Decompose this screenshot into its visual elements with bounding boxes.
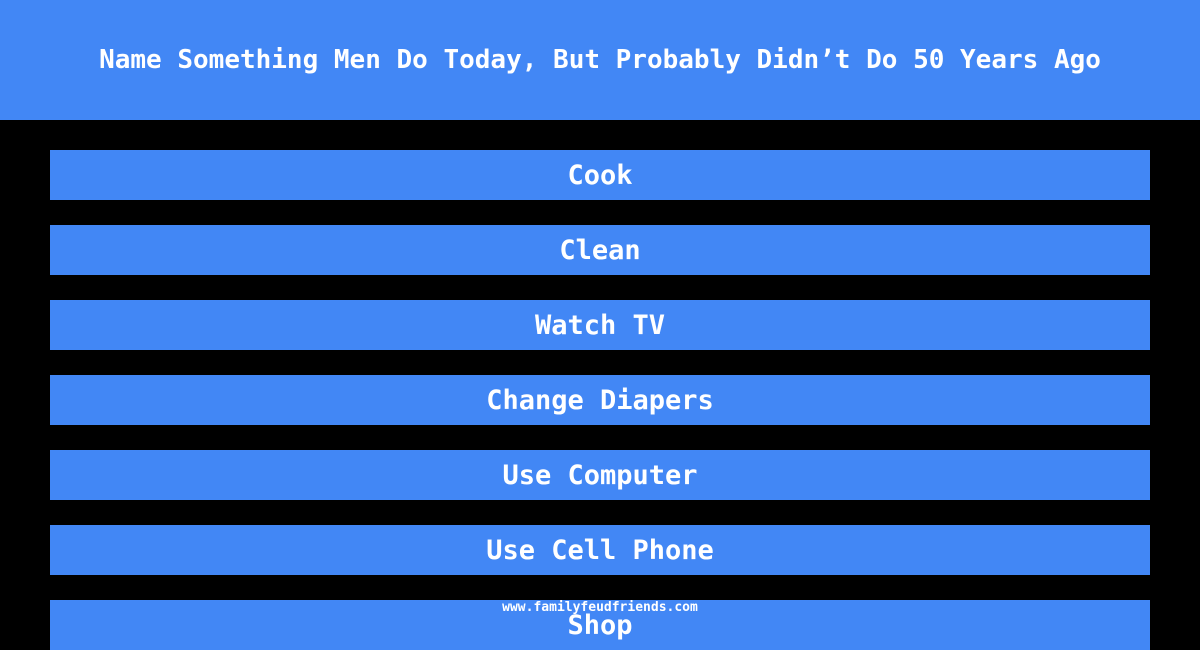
website-watermark: www.familyfeudfriends.com xyxy=(502,600,698,615)
answer-item: Cook xyxy=(50,150,1150,200)
answer-item: Watch TV xyxy=(50,300,1150,350)
question-header: Name Something Men Do Today, But Probabl… xyxy=(0,0,1200,120)
answer-item: Use Computer xyxy=(50,450,1150,500)
answer-item: Use Cell Phone xyxy=(50,525,1150,575)
answer-item: Clean xyxy=(50,225,1150,275)
question-title: Name Something Men Do Today, But Probabl… xyxy=(99,45,1101,75)
answer-item: Change Diapers xyxy=(50,375,1150,425)
